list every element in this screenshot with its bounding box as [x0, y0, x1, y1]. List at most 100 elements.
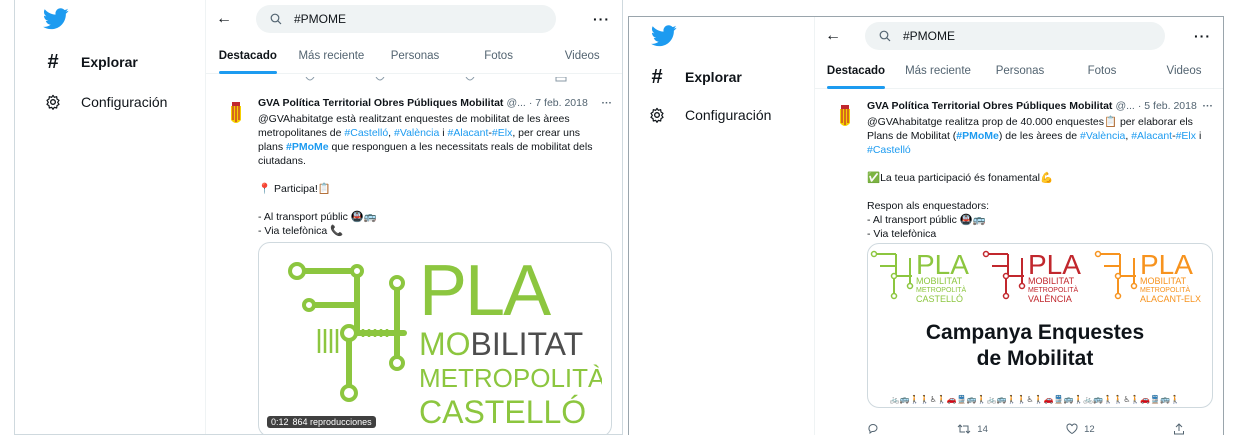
twitter-bird-icon[interactable]: [43, 8, 69, 30]
tweet-time[interactable]: · 5 feb. 2018: [1138, 99, 1197, 113]
tab-fotos[interactable]: Fotos: [457, 44, 541, 73]
tweet-line: ciutadans.: [258, 155, 306, 167]
reply-button[interactable]: [867, 423, 879, 435]
search-input[interactable]: #PMOME: [865, 22, 1165, 50]
more-options-icon[interactable]: ···: [593, 11, 610, 27]
previous-tweet-actions-partial: [266, 74, 584, 84]
metropolita-hi: ME: [419, 363, 458, 393]
search-value: #PMOME: [294, 12, 347, 26]
mobilitat-text: MOBILITAT: [419, 326, 583, 362]
castello-text: CASTELLÓ: [419, 394, 586, 430]
hashtag-link[interactable]: #València: [1080, 130, 1125, 142]
author-handle[interactable]: @...: [1115, 99, 1134, 113]
tweet[interactable]: GVA Política Territorial Obres Públiques…: [206, 92, 622, 434]
nav-explore[interactable]: # Explorar: [43, 50, 138, 73]
retweet-count: 14: [977, 423, 988, 435]
image-media[interactable]: PLA MOBILITAT METROPOLITÀ CASTELLÓ PLA M…: [867, 243, 1213, 408]
like-button[interactable]: 12: [1066, 423, 1095, 435]
tab-personas[interactable]: Personas: [373, 44, 457, 73]
campanya-enquestes-image: PLA MOBILITAT METROPOLITÀ CASTELLÓ PLA M…: [870, 249, 1201, 404]
tweet-line: Respon als enquestadors:: [867, 200, 989, 212]
metropolita-text: METROPOLITÀ: [1028, 285, 1079, 294]
avatar[interactable]: [220, 98, 252, 130]
metropolita-text: METROPOLITÀ: [916, 285, 967, 294]
share-button[interactable]: [1173, 423, 1185, 435]
tweet-line: metropolitanes de #Castelló, #València i…: [258, 126, 612, 140]
text: metropolitanes de: [258, 127, 345, 139]
tweet-line: @GVAhabitatge està realitzant enquestes …: [258, 113, 570, 125]
search-value: #PMOME: [903, 29, 956, 43]
pla-logo-castello: PLA MOBILITAT METROPOLITÀ CASTELLÓ: [870, 249, 969, 304]
city-alacant-elx: ALACANT-ELX: [1140, 294, 1201, 304]
mobilitat-rest: BILITAT: [471, 326, 584, 362]
tab-fotos[interactable]: Fotos: [1061, 59, 1143, 88]
video-views: 864 reproducciones: [292, 417, 372, 427]
tab-destacado[interactable]: Destacado: [815, 59, 897, 88]
avatar[interactable]: [829, 101, 861, 133]
author-name[interactable]: GVA Política Territorial Obres Públiques…: [258, 96, 503, 110]
author-name[interactable]: GVA Política Territorial Obres Públiques…: [867, 99, 1112, 113]
nav-explore-label: Explorar: [685, 69, 742, 85]
search-tabs: Destacado Más reciente Personas Fotos Vi…: [206, 44, 622, 74]
tweet-line: @GVAhabitatge realitza prop de 40.000 en…: [867, 116, 1193, 128]
retweet-icon: [957, 424, 971, 434]
tweet-more-icon[interactable]: ···: [1203, 99, 1214, 113]
gva-logo-icon: [840, 105, 850, 126]
tweet-line: ✅La teua participació és fonamental💪: [867, 172, 1054, 184]
tweet-time[interactable]: · 7 feb. 2018: [529, 96, 588, 110]
pla-logo-valencia: PLA MOBILITAT METROPOLITÀ VALÈNCIA: [982, 249, 1081, 304]
tweet-header: GVA Política Territorial Obres Públiques…: [867, 99, 1213, 113]
back-arrow-icon[interactable]: ←: [216, 10, 244, 28]
city-valencia: VALÈNCIA: [1028, 294, 1072, 304]
city-castello: CASTELLÓ: [916, 294, 963, 304]
text: plans: [258, 141, 287, 153]
twitter-bird-icon[interactable]: [651, 25, 677, 47]
campaign-headline-1: Campanya Enquestes: [926, 321, 1144, 344]
like-count: 12: [1084, 423, 1095, 435]
tab-personas[interactable]: Personas: [979, 59, 1061, 88]
hashtag-link[interactable]: #Alacant: [1131, 130, 1172, 142]
tweet-body: GVA Política Territorial Obres Públiques…: [867, 99, 1213, 241]
heart-icon: [1066, 423, 1078, 435]
hashtag-link[interactable]: #Elx: [492, 127, 512, 139]
hashtag-icon: #: [47, 50, 59, 73]
tweet[interactable]: GVA Política Territorial Obres Públiques…: [815, 95, 1223, 435]
nav-settings-label: Configuración: [685, 107, 772, 123]
search-input[interactable]: #PMOME: [256, 5, 556, 33]
tweet-body: GVA Política Territorial Obres Públiques…: [258, 96, 612, 238]
hashtag-link[interactable]: #Castelló: [344, 127, 388, 139]
back-arrow-icon[interactable]: ←: [825, 27, 853, 45]
gear-icon: [43, 92, 63, 112]
video-info-badge: 0:12 864 reproducciones: [267, 416, 376, 428]
hashtag-link[interactable]: #PMoMe: [956, 130, 999, 142]
hashtag-link[interactable]: #Alacant: [448, 127, 489, 139]
tab-mas-reciente[interactable]: Más reciente: [290, 44, 374, 73]
retweet-button[interactable]: 14: [957, 423, 988, 435]
mobilitat-text: MOBILITAT: [1028, 276, 1075, 286]
tweet-text: @GVAhabitatge realitza prop de 40.000 en…: [867, 115, 1213, 241]
hashtag-link[interactable]: #Castelló: [867, 144, 911, 156]
nav-explore[interactable]: # Explorar: [647, 66, 742, 88]
nav-explore-label: Explorar: [81, 54, 138, 70]
campaign-headline-2: de Mobilitat: [977, 347, 1094, 370]
tab-mas-reciente[interactable]: Más reciente: [897, 59, 979, 88]
nav-settings[interactable]: Configuración: [647, 105, 771, 125]
hashtag-link[interactable]: #PMoMe: [286, 141, 329, 153]
author-handle[interactable]: @...: [506, 96, 525, 110]
text: , per crear uns: [512, 127, 581, 139]
more-options-icon[interactable]: ···: [1194, 28, 1211, 44]
hashtag-link[interactable]: #Elx: [1176, 130, 1196, 142]
text: i: [1196, 130, 1202, 142]
tab-videos[interactable]: Videos: [540, 44, 622, 73]
top-bar: ← #PMOME ···: [815, 17, 1223, 55]
video-media[interactable]: PLA MOBILITAT METROPOLITÀ CASTELLÓ 0:12 …: [258, 242, 612, 434]
nav-settings[interactable]: Configuración: [43, 92, 167, 112]
pla-logo-alacant: PLA MOBILITAT METROPOLITÀ ALACANT-ELX: [1094, 249, 1201, 304]
tab-videos[interactable]: Videos: [1143, 59, 1223, 88]
tweet-more-icon[interactable]: ···: [602, 96, 613, 110]
pla-castello-logo: PLA MOBILITAT METROPOLITÀ CASTELLÓ: [288, 251, 606, 430]
tab-destacado[interactable]: Destacado: [206, 44, 290, 73]
hashtag-link[interactable]: #València: [394, 127, 439, 139]
